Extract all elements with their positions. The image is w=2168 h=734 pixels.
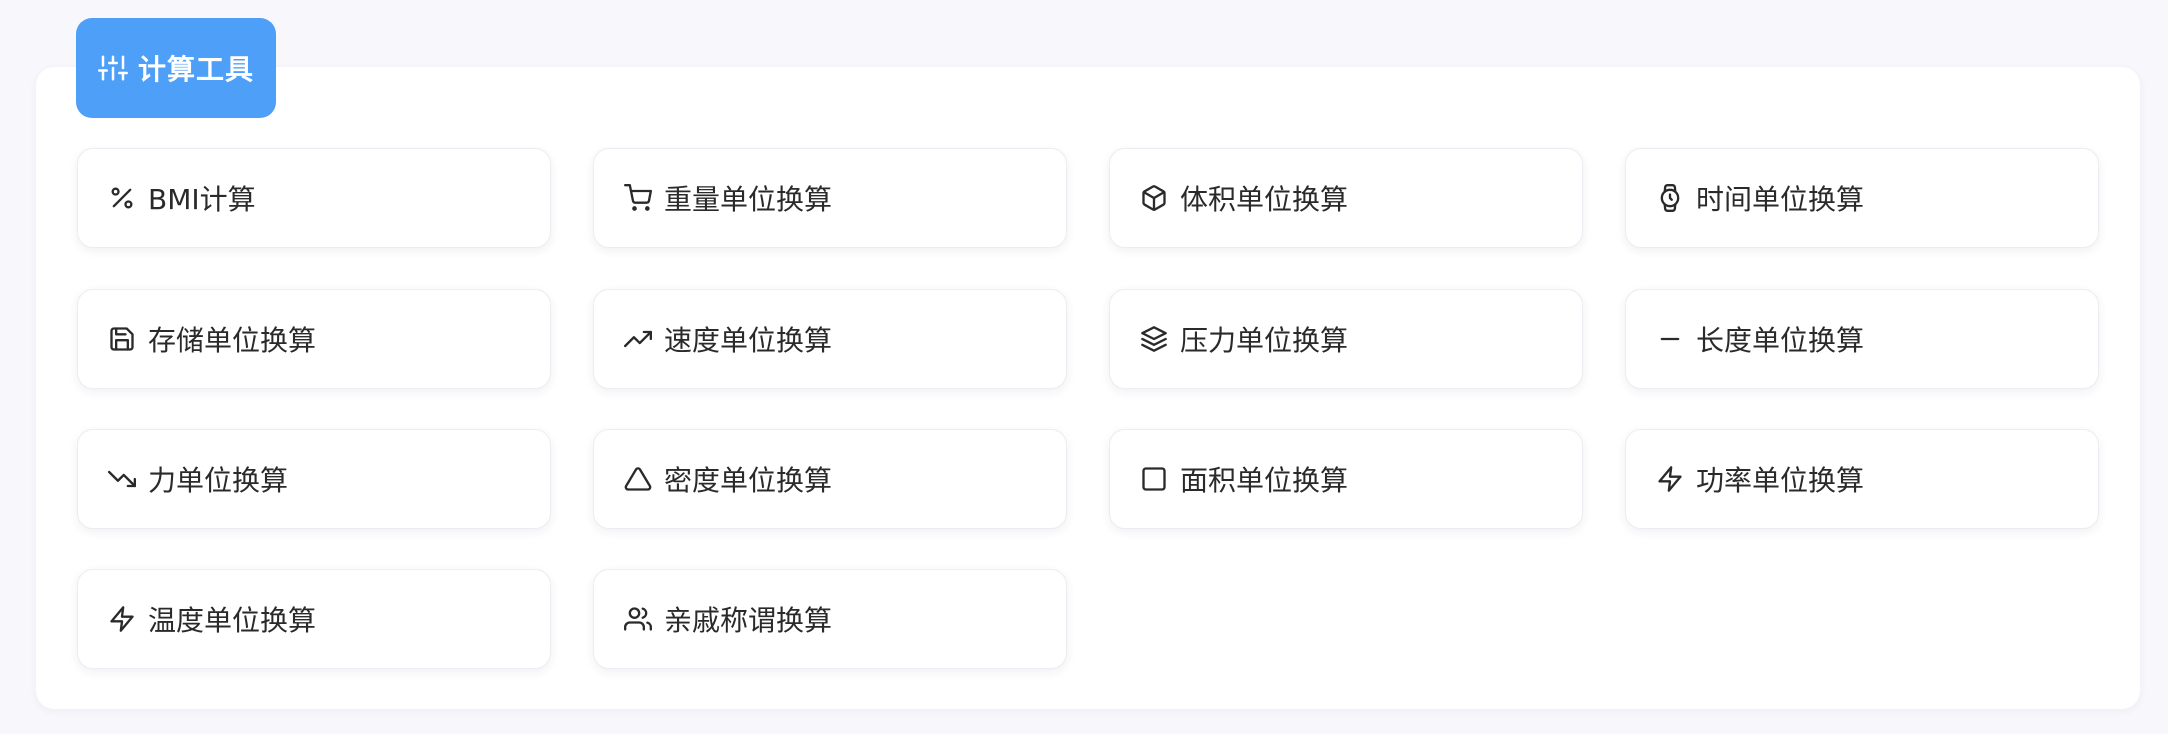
cube-icon: [1140, 184, 1168, 212]
tool-label: 密度单位换算: [664, 464, 833, 497]
square-icon: [1140, 465, 1168, 493]
tool-card-relatives[interactable]: 亲戚称谓换算: [593, 569, 1067, 669]
tool-card-force[interactable]: 力单位换算: [77, 429, 551, 529]
tool-label: 面积单位换算: [1180, 464, 1349, 497]
tool-label: 存储单位换算: [148, 324, 317, 357]
tool-label: 亲戚称谓换算: [664, 604, 833, 637]
zap-icon: [1656, 465, 1684, 493]
tool-card-density[interactable]: 密度单位换算: [593, 429, 1067, 529]
tool-label: 体积单位换算: [1180, 183, 1349, 216]
section-header-badge: 计算工具: [76, 18, 276, 118]
tool-card-weight[interactable]: 重量单位换算: [593, 148, 1067, 248]
percent-icon: [108, 184, 136, 212]
minus-icon: [1656, 325, 1684, 353]
tool-label: 速度单位换算: [664, 324, 833, 357]
section-title: 计算工具: [137, 53, 254, 86]
tool-label: 时间单位换算: [1696, 183, 1865, 216]
tool-label: 重量单位换算: [664, 183, 833, 216]
tool-label: 力单位换算: [148, 464, 289, 497]
tool-card-volume[interactable]: 体积单位换算: [1109, 148, 1583, 248]
tool-card-time[interactable]: 时间单位换算: [1625, 148, 2099, 248]
tool-card-power[interactable]: 功率单位换算: [1625, 429, 2099, 529]
tool-label: BMI计算: [148, 183, 256, 216]
tool-label: 功率单位换算: [1696, 464, 1865, 497]
watch-icon: [1656, 184, 1684, 212]
tool-card-pressure[interactable]: 压力单位换算: [1109, 289, 1583, 389]
tool-card-length[interactable]: 长度单位换算: [1625, 289, 2099, 389]
tool-card-area[interactable]: 面积单位换算: [1109, 429, 1583, 529]
tool-label: 温度单位换算: [148, 604, 317, 637]
trending-down-icon: [108, 465, 136, 493]
tool-card-speed[interactable]: 速度单位换算: [593, 289, 1067, 389]
tool-card-temperature[interactable]: 温度单位换算: [77, 569, 551, 669]
cart-icon: [624, 184, 652, 212]
tool-label: 压力单位换算: [1180, 324, 1349, 357]
layers-icon: [1140, 325, 1168, 353]
sliders-icon: [97, 53, 128, 83]
users-icon: [624, 605, 652, 633]
save-icon: [108, 325, 136, 353]
triangle-icon: [624, 465, 652, 493]
trending-up-icon: [624, 325, 652, 353]
tool-card-bmi[interactable]: BMI计算: [77, 148, 551, 248]
tool-card-storage[interactable]: 存储单位换算: [77, 289, 551, 389]
tool-label: 长度单位换算: [1696, 324, 1865, 357]
zap-icon: [108, 605, 136, 633]
